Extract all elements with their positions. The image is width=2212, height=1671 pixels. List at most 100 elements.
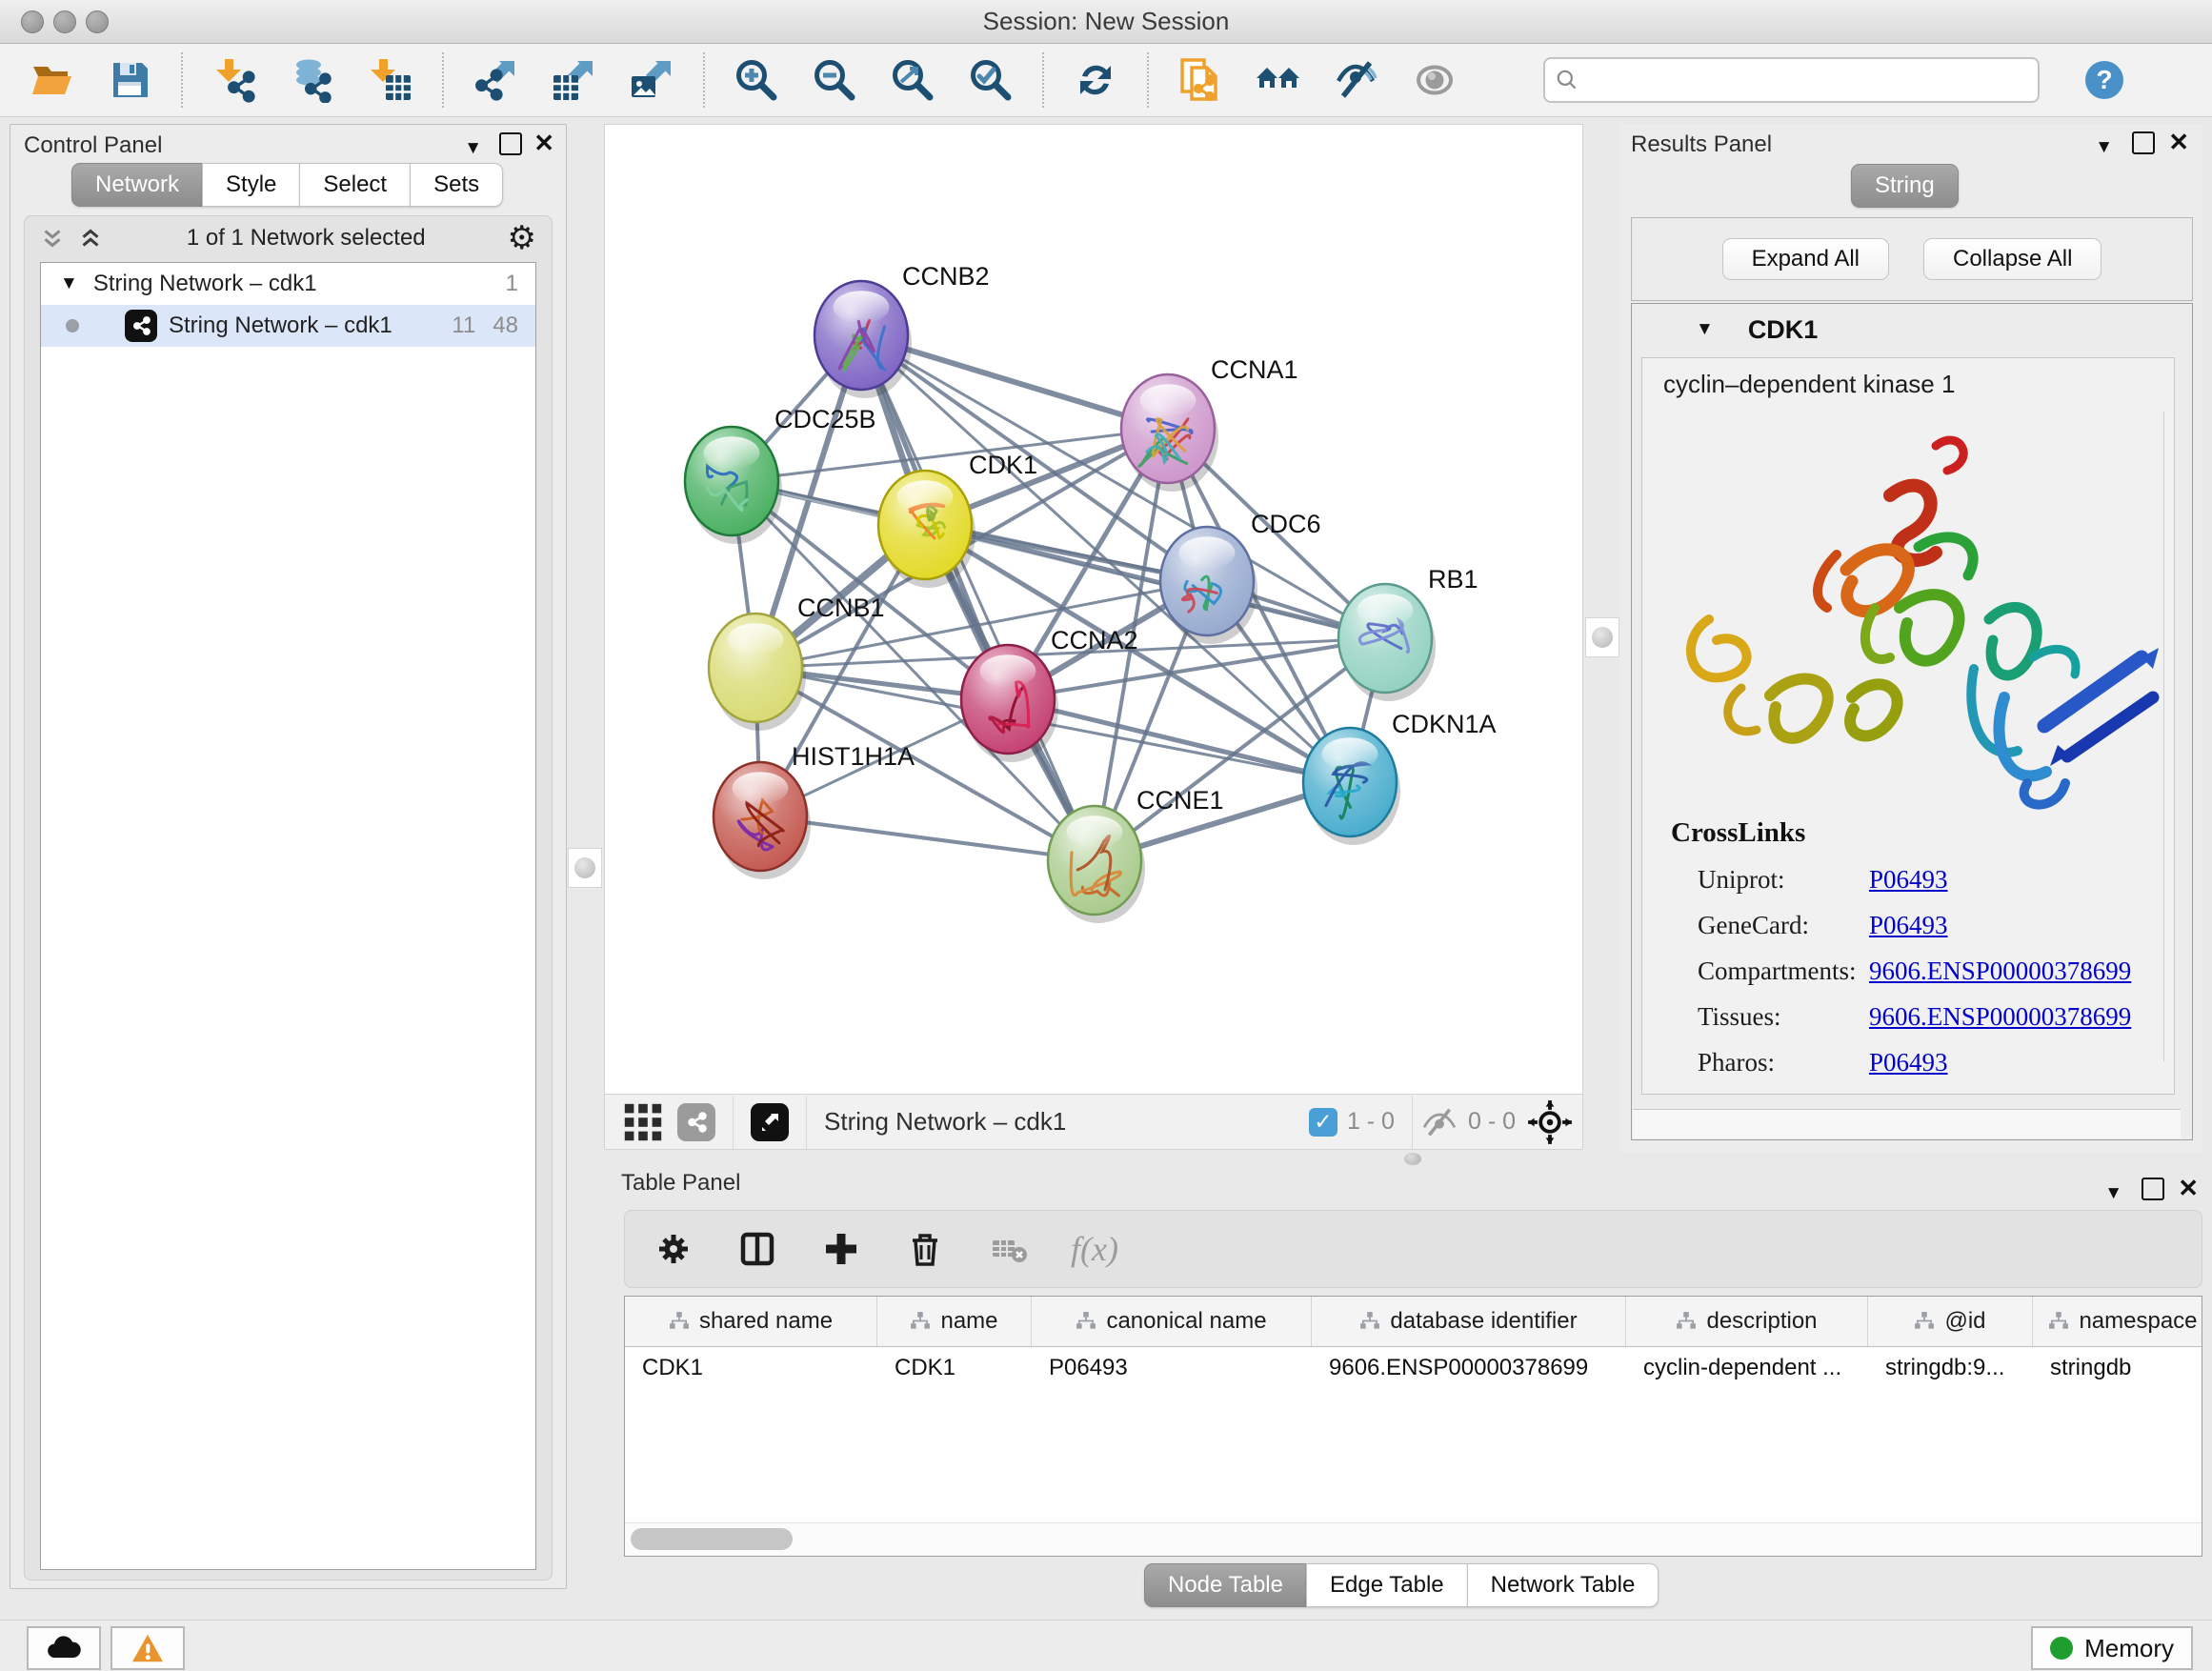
results-vertical-scrollbar[interactable] [2163,412,2172,1061]
hide-selected-icon [1334,57,1379,103]
collection-expand-icon[interactable]: ▼ [60,273,78,294]
zoom-out-button[interactable] [810,55,859,105]
network-node-CCNB2[interactable]: CCNB2 [814,262,990,398]
hide-selected-button[interactable] [1332,55,1381,105]
tab-sets[interactable]: Sets [410,163,503,207]
network-row-selected[interactable]: String Network – cdk1 11 48 [41,305,535,347]
crosslink-link[interactable]: 9606.ENSP00000378699 [1869,956,2131,986]
results-actions-box: Expand All Collapse All [1631,217,2193,301]
tab-select[interactable]: Select [299,163,411,207]
cloud-button[interactable] [27,1626,101,1670]
search-input[interactable] [1579,66,2028,94]
column-header-shared-name[interactable]: shared name [625,1297,877,1346]
crosslink-link[interactable]: P06493 [1869,911,1948,940]
right-splitter-handle[interactable] [1585,617,1619,657]
table-panel-close-icon[interactable]: ✕ [2178,1174,2199,1203]
tab-node-table[interactable]: Node Table [1144,1563,1307,1607]
column-header-canonical-name[interactable]: canonical name [1032,1297,1312,1346]
save-session-button[interactable] [105,55,154,105]
export-network-button[interactable] [471,55,520,105]
control-panel-menu-icon[interactable]: ▼ [464,134,482,159]
crosslink-link[interactable]: P06493 [1869,865,1948,895]
collapse-all-button[interactable]: Collapse All [1923,238,2101,280]
control-panel-close-icon[interactable]: ✕ [533,129,554,158]
warnings-button[interactable] [111,1626,185,1670]
selected-checkbox-icon[interactable]: ✓ [1309,1108,1337,1137]
gene-header-row[interactable]: ▼ CDK1 [1633,305,2191,354]
network-node-CDKN1A[interactable]: CDKN1A [1303,710,1497,845]
import-network-button[interactable] [210,55,259,105]
export-image-button[interactable] [627,55,676,105]
zoom-fit-button[interactable] [888,55,937,105]
cell-namespace[interactable]: stringdb [2033,1347,2212,1389]
expand-all-icon[interactable] [76,224,105,252]
birds-eye-view-icon[interactable] [751,1103,789,1141]
open-session-button[interactable] [27,55,76,105]
results-panel-menu-icon[interactable]: ▼ [2095,133,2113,158]
left-splitter-handle[interactable] [568,848,602,888]
column-header-description[interactable]: description [1626,1297,1868,1346]
scrollbar-thumb[interactable] [631,1528,793,1550]
tab-style[interactable]: Style [202,163,300,207]
results-panel-float-icon[interactable] [2132,131,2155,160]
network-node-CCNE1[interactable]: CCNE1 [1048,786,1224,923]
tab-edge-table[interactable]: Edge Table [1306,1563,1468,1607]
cell-shared-name[interactable]: CDK1 [625,1347,877,1389]
cell-name[interactable]: CDK1 [877,1347,1032,1389]
apply-layout-button[interactable] [1071,55,1120,105]
cell--id[interactable]: stringdb:9... [1868,1347,2033,1389]
export-table-button[interactable] [549,55,598,105]
show-all-button[interactable] [1410,55,1459,105]
cell-database-identifier[interactable]: 9606.ENSP00000378699 [1312,1347,1626,1389]
import-table-button[interactable] [366,55,415,105]
help-button[interactable]: ? [2080,55,2129,105]
add-column-icon[interactable] [819,1227,863,1271]
import-database-button[interactable] [288,55,337,105]
fit-selected-crosshair-icon[interactable] [1525,1097,1575,1147]
delete-column-trash-icon[interactable] [903,1227,947,1271]
results-panel-close-icon[interactable]: ✕ [2168,128,2189,157]
expand-all-button[interactable]: Expand All [1722,238,1889,280]
horizontal-splitter-handle[interactable] [1404,1153,1421,1165]
network-collection-row[interactable]: ▼ String Network – cdk1 1 [41,263,535,305]
first-neighbors-button[interactable] [1254,55,1303,105]
show-columns-icon[interactable] [735,1227,779,1271]
crosslink-link[interactable]: P06493 [1869,1048,1948,1077]
network-node-CDC6[interactable]: CDC6 [1160,510,1321,644]
results-horizontal-scrollbar[interactable] [1633,1109,2181,1138]
gene-collapse-icon[interactable]: ▼ [1696,319,1714,340]
cell-canonical-name[interactable]: P06493 [1032,1347,1312,1389]
zoom-in-button[interactable] [732,55,781,105]
zoom-selected-button[interactable] [966,55,1016,105]
network-badge-icon[interactable] [677,1103,715,1141]
memory-button[interactable]: Memory [2031,1626,2193,1670]
tab-network[interactable]: Network [71,163,203,207]
network-edge[interactable] [861,335,1095,860]
search-box[interactable] [1543,57,2040,103]
new-network-from-selection-button[interactable] [1176,55,1225,105]
column-header-namespace[interactable]: namespace [2033,1297,2212,1346]
table-row[interactable]: CDK1CDK1P064939606.ENSP00000378699cyclin… [625,1347,2202,1389]
network-node-HIST1H1A[interactable]: HIST1H1A [714,742,915,879]
control-panel: Control Panel ▼ ✕ NetworkStyleSelectSets… [10,124,567,1589]
table-horizontal-scrollbar[interactable] [625,1522,2202,1556]
table-settings-gear-icon[interactable] [652,1227,695,1271]
zoom-fit-icon [890,57,935,103]
application-window: Session: New Session ? Control Panel ▼ [0,0,2212,1671]
column-header--id[interactable]: @id [1868,1297,2033,1346]
grid-view-icon[interactable] [618,1097,668,1147]
tab-string[interactable]: String [1851,164,1959,208]
network-options-gear-icon[interactable]: ⚙ [508,219,536,257]
collapse-all-icon[interactable] [38,224,67,252]
control-panel-float-icon[interactable] [499,132,522,161]
tab-network-table[interactable]: Network Table [1467,1563,1659,1607]
delete-table-icon[interactable] [987,1227,1031,1271]
table-panel-float-icon[interactable] [2142,1178,2164,1206]
network-node-RB1[interactable]: RB1 [1338,565,1478,701]
network-canvas[interactable]: CCNB2 CCNA1 CDC25B CDK1 CDC6 RB1 CCNB1 C… [604,124,1583,1095]
table-panel-menu-icon[interactable]: ▼ [2104,1179,2122,1204]
crosslink-link[interactable]: 9606.ENSP00000378699 [1869,1002,2131,1032]
column-header-name[interactable]: name [877,1297,1032,1346]
cell-description[interactable]: cyclin-dependent ... [1626,1347,1868,1389]
column-header-database-identifier[interactable]: database identifier [1312,1297,1626,1346]
